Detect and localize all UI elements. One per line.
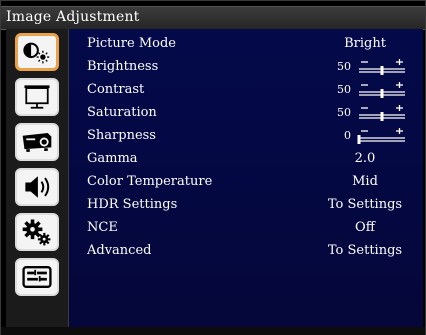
setting-row-sharpness[interactable]: Sharpness 0 [69,125,423,147]
setting-row-advanced[interactable]: Advanced To Settings [69,240,423,262]
setting-label: Gamma [87,151,138,166]
setting-label: Contrast [87,82,145,97]
slider-knob [380,89,384,98]
setting-row-picture-mode[interactable]: Picture Mode Bright [69,33,423,55]
setting-label: Advanced [87,243,152,258]
setting-value: Bright [344,36,386,51]
sidebar-item-audio[interactable] [15,168,59,206]
setting-row-color-temperature[interactable]: Color Temperature Mid [69,171,423,193]
sidebar-item-setup[interactable] [15,213,59,251]
setting-value: 2.0 [354,151,376,166]
setting-label: Color Temperature [87,174,213,189]
setting-value: To Settings [327,243,403,258]
slider-knob [357,135,361,144]
setting-row-contrast[interactable]: Contrast 50 [69,79,423,101]
slider-knob [380,66,384,75]
setting-label: Picture Mode [87,36,176,51]
contrast-slider[interactable] [357,81,407,99]
saturation-slider[interactable] [357,104,407,122]
setting-value: 50 [337,60,351,73]
sidebar-item-picture[interactable] [15,33,59,71]
setting-row-hdr-settings[interactable]: HDR Settings To Settings [69,194,423,216]
setting-label: NCE [87,220,118,235]
title-bar: Image Adjustment [1,6,425,30]
gears-icon [22,219,51,246]
setting-label: Sharpness [87,128,156,143]
setting-value: To Settings [327,197,403,212]
brightness-slider[interactable] [357,58,407,76]
sidebar-item-advanced[interactable] [15,258,59,296]
setting-label: Saturation [87,105,157,120]
setting-value: 50 [337,83,351,96]
screen-icon [24,85,50,109]
setting-value: Mid [352,174,378,189]
setting-label: Brightness [87,59,159,74]
projector-icon [22,133,52,152]
settings-panel: Picture Mode Bright Brightness 50 Contra… [69,29,423,327]
sidebar-item-screen[interactable] [15,78,59,116]
sidebar [6,29,69,327]
speaker-icon [25,176,50,198]
setting-row-brightness[interactable]: Brightness 50 [69,56,423,78]
slider-knob [380,112,384,121]
picture-adjust-icon [23,42,50,64]
setting-row-nce[interactable]: NCE Off [69,217,423,239]
setting-label: HDR Settings [87,197,178,212]
setting-value: Off [355,220,375,235]
sharpness-slider[interactable] [357,127,407,145]
setting-value: 0 [344,129,351,142]
osd-window: Image Adjustment Picture Mode Bright Bri… [0,0,426,335]
setting-row-saturation[interactable]: Saturation 50 [69,102,423,124]
settings-panel-icon [22,265,52,289]
window-title: Image Adjustment [6,9,140,25]
sidebar-item-projector[interactable] [15,123,59,161]
bottom-strip [1,327,425,335]
setting-value: 50 [337,106,351,119]
setting-row-gamma[interactable]: Gamma 2.0 [69,148,423,170]
